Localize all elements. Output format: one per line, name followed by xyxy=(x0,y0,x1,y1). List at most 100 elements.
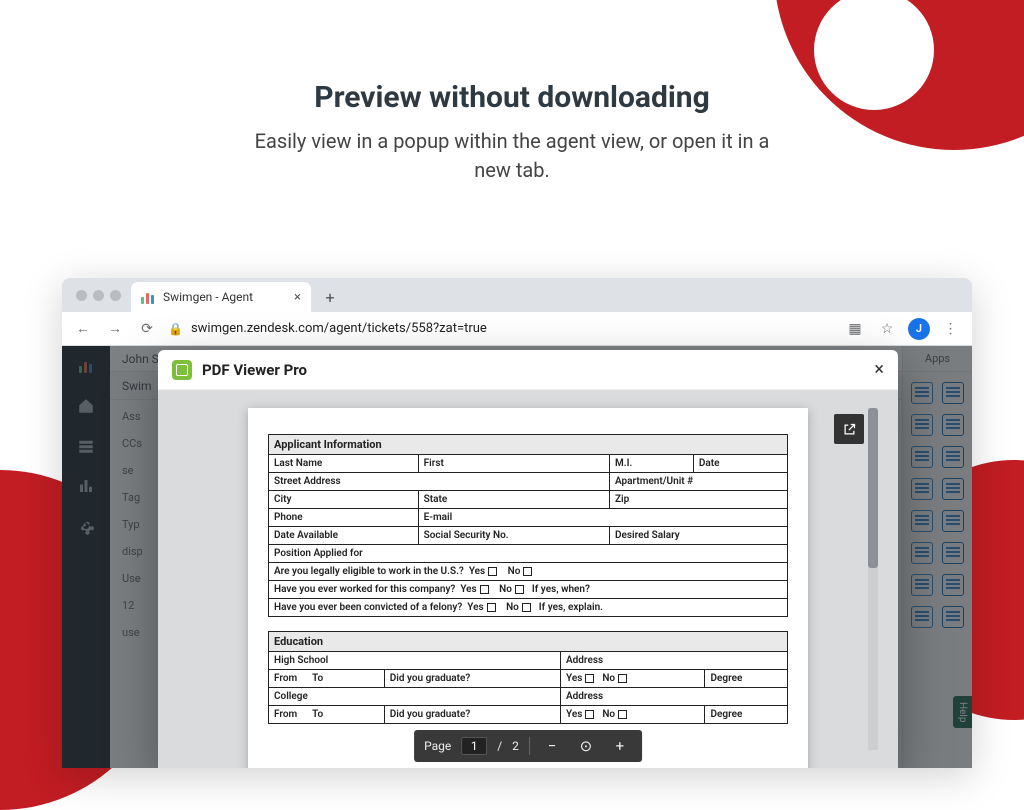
reload-button[interactable]: ⟳ xyxy=(136,321,158,337)
file-icon[interactable] xyxy=(942,510,964,532)
zoom-in-button[interactable]: + xyxy=(608,734,632,758)
form-applicant-info: Applicant Information Last Name First M.… xyxy=(268,434,788,617)
zendesk-app: John Smith · Applicati… Swim Ass CCs se … xyxy=(62,346,972,768)
file-icon[interactable] xyxy=(942,446,964,468)
form-cell: Zip xyxy=(609,491,787,509)
form-cell: Address xyxy=(561,652,788,670)
form-cell: Have you ever worked for this company? Y… xyxy=(269,581,788,599)
form-cell: Date xyxy=(693,455,787,473)
form-cell: From To xyxy=(269,706,385,724)
form-cell: Date Available xyxy=(269,527,419,545)
back-button[interactable]: ← xyxy=(72,320,94,337)
browser-tabstrip: Swimgen - Agent × + xyxy=(62,278,972,312)
modal-close-button[interactable]: × xyxy=(874,359,884,380)
profile-avatar[interactable]: J xyxy=(908,318,930,340)
section-header: Education xyxy=(269,632,788,652)
apps-panel-title[interactable]: Apps xyxy=(903,346,972,372)
scrollbar[interactable] xyxy=(868,408,878,750)
form-cell: M.I. xyxy=(609,455,693,473)
tab-item[interactable]: Swim xyxy=(122,379,152,393)
form-cell: City xyxy=(269,491,419,509)
form-cell: Desired Salary xyxy=(609,527,787,545)
file-icon[interactable] xyxy=(911,382,933,404)
form-cell: Street Address xyxy=(269,473,610,491)
page-sep: / xyxy=(497,739,502,753)
file-icon[interactable] xyxy=(911,478,933,500)
window-min-icon[interactable] xyxy=(93,290,104,301)
qr-icon[interactable]: ▦ xyxy=(844,321,866,337)
form-cell: Degree xyxy=(705,706,788,724)
pdf-app-icon xyxy=(172,360,192,380)
form-cell: Address xyxy=(561,688,788,706)
form-cell: Yes No xyxy=(561,670,705,688)
help-tab[interactable]: Help xyxy=(953,696,972,728)
form-cell: Did you graduate? xyxy=(384,706,560,724)
hero-title: Preview without downloading xyxy=(0,80,1024,115)
file-icon[interactable] xyxy=(942,606,964,628)
url-text: swimgen.zendesk.com/agent/tickets/558?za… xyxy=(191,321,487,336)
page-input[interactable]: 1 xyxy=(461,737,487,755)
window-controls[interactable] xyxy=(76,290,121,301)
file-icon[interactable] xyxy=(911,606,933,628)
file-icon[interactable] xyxy=(911,510,933,532)
form-cell: Apartment/Unit # xyxy=(609,473,787,491)
nav-views-icon[interactable] xyxy=(76,436,96,456)
modal-header: PDF Viewer Pro × xyxy=(158,350,898,390)
address-bar[interactable]: 🔒 swimgen.zendesk.com/agent/tickets/558?… xyxy=(168,321,834,336)
browser-menu-button[interactable]: ⋮ xyxy=(940,321,962,337)
form-cell: Last Name xyxy=(269,455,419,473)
star-icon[interactable]: ☆ xyxy=(876,321,898,337)
form-cell: First xyxy=(418,455,609,473)
browser-tab[interactable]: Swimgen - Agent × xyxy=(131,282,311,312)
page-total: 2 xyxy=(512,739,519,753)
pdf-toolbar: Page 1 / 2 − ⊙ + xyxy=(414,730,642,762)
lock-icon: 🔒 xyxy=(168,322,183,336)
pdf-viewport[interactable]: Applicant Information Last Name First M.… xyxy=(158,390,898,768)
nav-logo-icon[interactable] xyxy=(76,356,96,376)
zoom-out-button[interactable]: − xyxy=(540,734,564,758)
form-cell: State xyxy=(418,491,609,509)
form-cell: Social Security No. xyxy=(418,527,609,545)
file-icon[interactable] xyxy=(942,574,964,596)
zoom-reset-button[interactable]: ⊙ xyxy=(574,734,598,758)
form-cell: Did you graduate? xyxy=(384,670,560,688)
browser-window: Swimgen - Agent × + ← → ⟳ 🔒 swimgen.zend… xyxy=(62,278,972,768)
file-icon[interactable] xyxy=(911,542,933,564)
toolbar-divider xyxy=(529,737,530,755)
hero-subtitle: Easily view in a popup within the agent … xyxy=(242,127,782,185)
window-close-icon[interactable] xyxy=(76,290,87,301)
form-education: Education High School Address From To Di… xyxy=(268,631,788,724)
form-cell: Degree xyxy=(705,670,788,688)
attachments-grid xyxy=(903,372,972,638)
file-icon[interactable] xyxy=(942,414,964,436)
nav-reports-icon[interactable] xyxy=(76,476,96,496)
tab-close-icon[interactable]: × xyxy=(294,291,301,304)
form-cell: High School xyxy=(269,652,561,670)
left-nav xyxy=(62,346,110,768)
nav-home-icon[interactable] xyxy=(76,396,96,416)
scrollbar-thumb[interactable] xyxy=(868,408,878,568)
file-icon[interactable] xyxy=(911,574,933,596)
browser-toolbar: ← → ⟳ 🔒 swimgen.zendesk.com/agent/ticket… xyxy=(62,312,972,346)
file-icon[interactable] xyxy=(911,414,933,436)
form-cell: Yes No xyxy=(561,706,705,724)
pdf-page: Applicant Information Last Name First M.… xyxy=(248,408,808,768)
file-icon[interactable] xyxy=(942,478,964,500)
window-max-icon[interactable] xyxy=(110,290,121,301)
form-cell: Are you legally eligible to work in the … xyxy=(269,563,788,581)
modal-title: PDF Viewer Pro xyxy=(202,361,307,379)
nav-admin-icon[interactable] xyxy=(76,516,96,536)
file-icon[interactable] xyxy=(942,382,964,404)
new-tab-button[interactable]: + xyxy=(317,284,343,310)
form-cell: College xyxy=(269,688,561,706)
file-icon[interactable] xyxy=(942,542,964,564)
pdf-viewer-modal: PDF Viewer Pro × Applicant Information L… xyxy=(158,350,898,768)
favicon-icon xyxy=(141,290,155,304)
file-icon[interactable] xyxy=(911,446,933,468)
form-cell: E-mail xyxy=(418,509,787,527)
open-new-tab-button[interactable] xyxy=(834,414,864,444)
forward-button[interactable]: → xyxy=(104,320,126,337)
browser-tab-title: Swimgen - Agent xyxy=(163,290,253,304)
section-header: Applicant Information xyxy=(269,435,788,455)
form-cell: Phone xyxy=(269,509,419,527)
